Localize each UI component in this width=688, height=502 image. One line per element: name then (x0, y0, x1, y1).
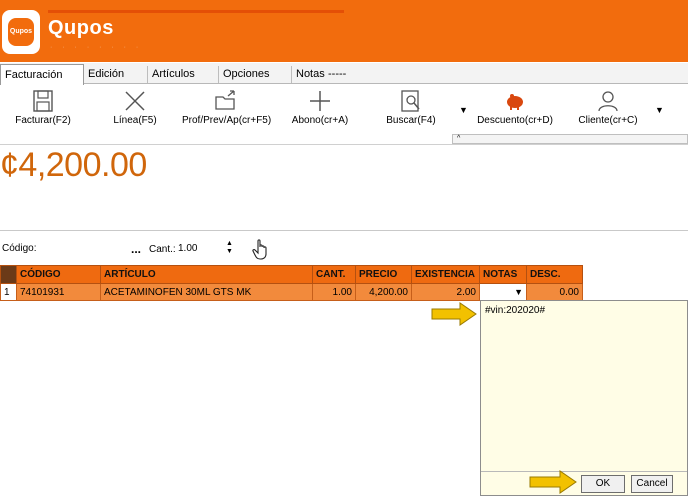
buscar-label: Buscar(F4) (386, 115, 436, 126)
grid-header-row: CÓDIGO ARTÍCULO CANT. PRECIO EXISTENCIA … (0, 265, 583, 284)
facturar-button[interactable]: Facturar(F2) (10, 85, 76, 131)
entry-row: Código: ... Cant.: 1.00 ▲ ▼ (0, 238, 688, 262)
notes-textarea[interactable]: #vin:202020# (485, 305, 545, 316)
piggy-bank-icon (507, 94, 523, 110)
table-row[interactable]: 1 74101931 ACETAMINOFEN 30ML GTS MK 1.00… (0, 283, 583, 301)
col-articulo[interactable]: ARTÍCULO (100, 265, 313, 284)
section-divider (0, 230, 688, 231)
app-logo: Qupos (2, 10, 40, 54)
notes-popup-footer: OK Cancel (481, 471, 687, 495)
tab-facturacion[interactable]: Facturación (0, 64, 84, 85)
brand-name: Qupos (48, 17, 114, 39)
cliente-label: Cliente(cr+C) (578, 115, 638, 126)
grid-corner (0, 265, 17, 284)
tab-notas[interactable]: Notas (291, 66, 325, 83)
abono-label: Abono(cr+A) (291, 115, 349, 126)
ok-button[interactable]: OK (581, 475, 625, 493)
brand-decoration: · · · · · · · · (50, 44, 143, 51)
buscar-button[interactable]: Buscar(F4) (384, 85, 438, 131)
cant-input[interactable]: 1.00 (178, 243, 197, 254)
annotation-arrow-icon (430, 302, 478, 329)
tab-articulos[interactable]: Artículos (147, 66, 217, 83)
cant-label: Cant.: (149, 244, 176, 255)
col-cant[interactable]: CANT. (312, 265, 356, 284)
buscar-dropdown-icon[interactable]: ▼ (459, 105, 468, 115)
close-x-icon (125, 91, 145, 111)
prof-label: Prof/Prev/Ap(cr+F5) (182, 115, 272, 126)
linea-button[interactable]: Línea(F5) (106, 85, 164, 131)
annotation-arrow-icon (528, 470, 578, 497)
cancel-button[interactable]: Cancel (631, 475, 673, 493)
cliente-dropdown-icon[interactable]: ▼ (655, 105, 664, 115)
linea-label: Línea(F5) (113, 115, 157, 126)
col-existencia[interactable]: EXISTENCIA (411, 265, 480, 284)
tab-edicion[interactable]: Edición (84, 66, 144, 83)
user-icon (598, 91, 618, 112)
cell-precio[interactable]: 4,200.00 (355, 283, 412, 301)
save-icon (33, 90, 53, 112)
notes-popup: #vin:202020# OK Cancel (480, 300, 688, 496)
app-header: Qupos Qupos · · · · · · · · (0, 0, 688, 62)
hand-pointer-icon[interactable] (252, 238, 270, 263)
cliente-button[interactable]: Cliente(cr+C) (576, 85, 640, 131)
row-index: 1 (0, 283, 17, 301)
codigo-label: Código: (2, 243, 37, 254)
plus-icon (310, 91, 330, 111)
toolbar-scrollbar[interactable]: ^ (452, 134, 688, 144)
header-accent-line (48, 10, 344, 13)
descuento-label: Descuento(cr+D) (477, 115, 553, 126)
cell-desc[interactable]: 0.00 (526, 283, 583, 301)
col-desc[interactable]: DESC. (526, 265, 583, 284)
cell-notas-dropdown[interactable]: ▼ (479, 283, 527, 301)
invoice-total: ¢4,200.00 (0, 146, 147, 184)
cell-existencia[interactable]: 2.00 (411, 283, 480, 301)
abono-button[interactable]: Abono(cr+A) (290, 85, 350, 131)
cell-cant[interactable]: 1.00 (312, 283, 356, 301)
quantity-stepper[interactable]: ▲ ▼ (226, 240, 233, 256)
tab-opciones[interactable]: Opciones (218, 66, 290, 83)
col-precio[interactable]: PRECIO (355, 265, 412, 284)
menu-tabs: Facturación Edición Artículos Opciones N… (0, 63, 688, 85)
col-notas[interactable]: NOTAS (479, 265, 527, 284)
invoice-grid: CÓDIGO ARTÍCULO CANT. PRECIO EXISTENCIA … (0, 265, 583, 301)
logo-icon: Qupos (8, 18, 34, 46)
col-codigo[interactable]: CÓDIGO (16, 265, 101, 284)
descuento-button[interactable]: Descuento(cr+D) (476, 85, 554, 131)
cell-articulo[interactable]: ACETAMINOFEN 30ML GTS MK (100, 283, 313, 301)
folder-open-icon (215, 90, 235, 110)
facturar-label: Facturar(F2) (15, 115, 71, 126)
prof-button[interactable]: Prof/Prev/Ap(cr+F5) (182, 85, 272, 131)
search-document-icon (401, 90, 420, 112)
tab-separator: ----- (328, 68, 347, 80)
cell-codigo[interactable]: 74101931 (16, 283, 101, 301)
lookup-button[interactable]: ... (131, 242, 141, 256)
